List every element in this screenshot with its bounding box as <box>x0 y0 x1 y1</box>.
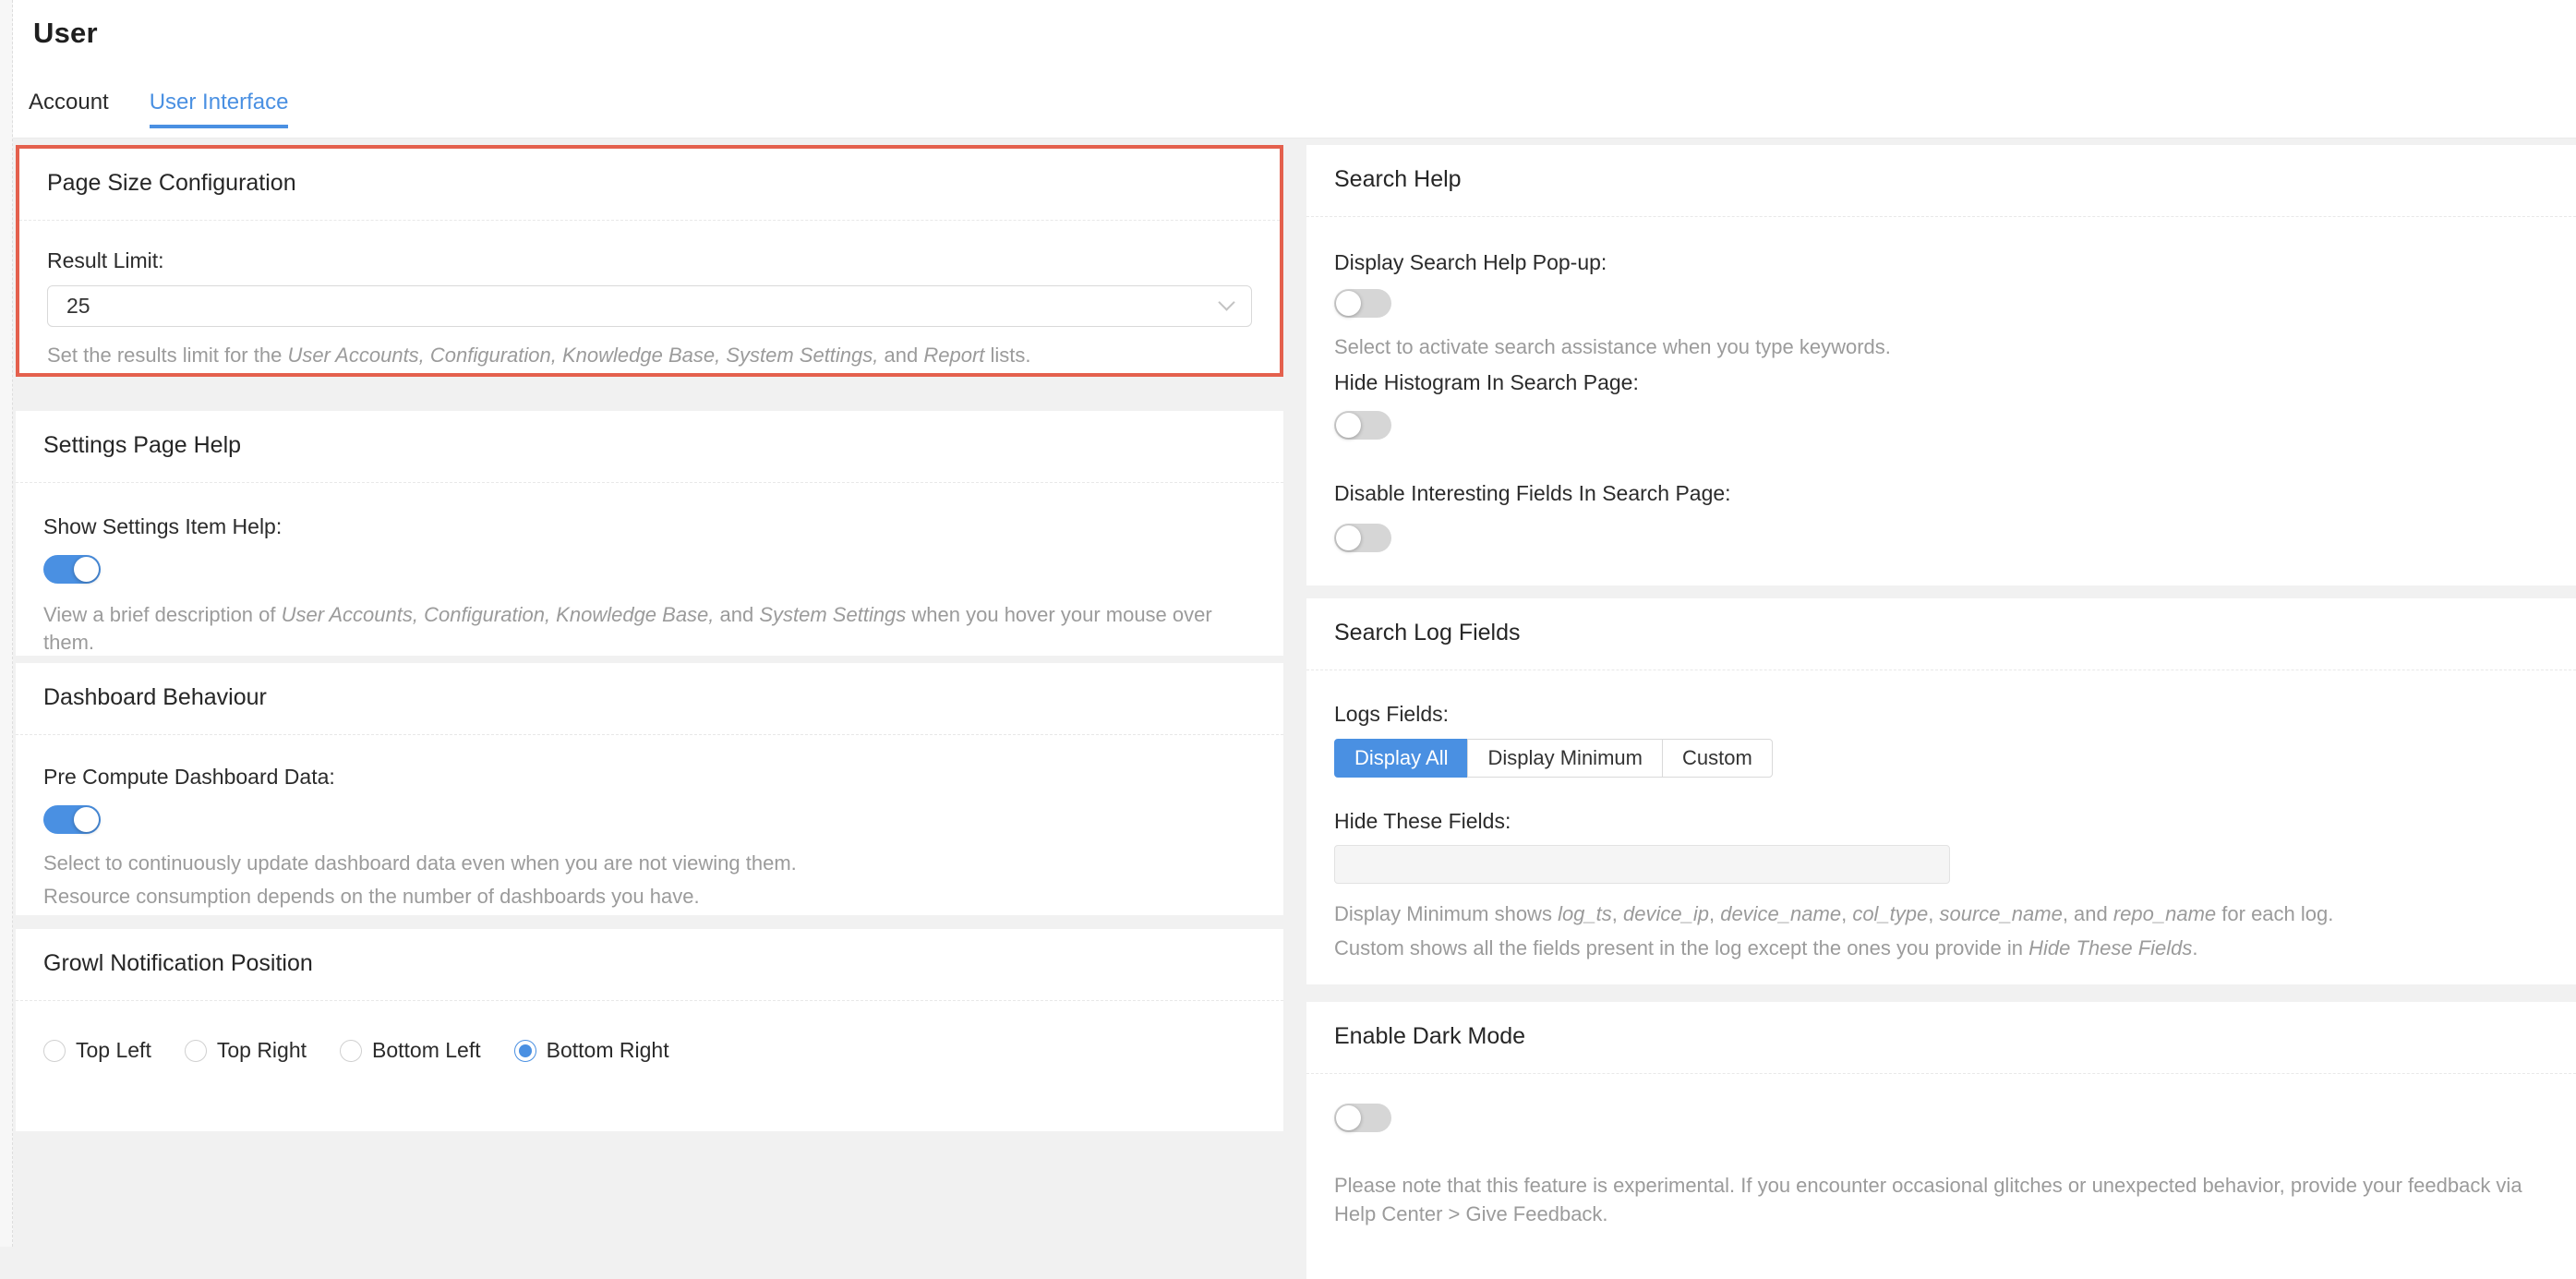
logs-fields-button-display-all[interactable]: Display All <box>1334 739 1468 778</box>
toggle-knob <box>74 807 99 832</box>
help-text: Custom shows all the fields present in t… <box>1334 935 2548 963</box>
logs-fields-label: Logs Fields: <box>1334 702 2548 728</box>
growl-position-radio-group: Top Left Top Right Bottom Left Bottom Ri… <box>43 1038 1256 1064</box>
result-limit-value: 25 <box>66 294 90 319</box>
help-text: Select to activate search assistance whe… <box>1334 333 2548 362</box>
enable-dark-mode-toggle[interactable] <box>1334 1104 1391 1132</box>
radio-bottom-right[interactable]: Bottom Right <box>514 1038 669 1064</box>
help-text: Resource consumption depends on the numb… <box>43 883 1256 911</box>
radio-label: Top Right <box>217 1038 307 1064</box>
help-text: View a brief description of User Account… <box>43 601 1256 658</box>
logs-fields-button-group: Display All Display Minimum Custom <box>1334 739 1773 778</box>
section-title: Search Log Fields <box>1306 598 2576 670</box>
radio-icon <box>185 1040 207 1062</box>
section-search-help: Search Help Display Search Help Pop-up: … <box>1306 145 2576 585</box>
logs-fields-button-custom[interactable]: Custom <box>1662 739 1773 778</box>
section-page-size-configuration: Page Size Configuration Result Limit: 25… <box>16 145 1283 377</box>
chevron-down-icon <box>1218 294 1234 310</box>
logs-fields-button-display-minimum[interactable]: Display Minimum <box>1467 739 1662 778</box>
result-limit-select[interactable]: 25 <box>47 285 1252 327</box>
radio-icon <box>43 1040 66 1062</box>
radio-label: Bottom Left <box>372 1038 481 1064</box>
tab-user-interface[interactable]: User Interface <box>150 90 289 128</box>
page-title: User <box>33 17 98 50</box>
hide-histogram-toggle[interactable] <box>1334 411 1391 440</box>
section-title: Dashboard Behaviour <box>16 663 1283 735</box>
toggle-knob <box>1336 1105 1361 1130</box>
section-growl-notification-position: Growl Notification Position Top Left Top… <box>16 929 1283 1131</box>
section-title: Page Size Configuration <box>19 149 1280 221</box>
radio-label: Top Left <box>76 1038 151 1064</box>
section-settings-page-help: Settings Page Help Show Settings Item He… <box>16 411 1283 656</box>
hide-histogram-label: Hide Histogram In Search Page: <box>1334 370 2548 396</box>
tab-bar: Account User Interface <box>29 90 288 128</box>
hide-these-fields-input[interactable] <box>1334 845 1950 884</box>
left-column: Page Size Configuration Result Limit: 25… <box>16 145 1283 1131</box>
result-limit-label: Result Limit: <box>47 248 1252 274</box>
radio-bottom-left[interactable]: Bottom Left <box>340 1038 481 1064</box>
section-title: Enable Dark Mode <box>1306 1002 2576 1074</box>
radio-icon <box>340 1040 362 1062</box>
radio-top-right[interactable]: Top Right <box>185 1038 307 1064</box>
radio-top-left[interactable]: Top Left <box>43 1038 151 1064</box>
toggle-knob <box>1336 413 1361 438</box>
disable-interesting-fields-toggle[interactable] <box>1334 524 1391 552</box>
pre-compute-dashboard-data-toggle[interactable] <box>43 805 101 834</box>
radio-icon <box>514 1040 536 1062</box>
disable-interesting-fields-label: Disable Interesting Fields In Search Pag… <box>1334 481 2548 507</box>
help-text: Select to continuously update dashboard … <box>43 850 1256 878</box>
help-text: Please note that this feature is experim… <box>1334 1172 2548 1229</box>
section-title: Settings Page Help <box>16 411 1283 483</box>
toggle-knob <box>1336 525 1361 550</box>
help-text: Set the results limit for the User Accou… <box>47 342 1252 370</box>
toggle-knob <box>1336 291 1361 316</box>
section-dashboard-behaviour: Dashboard Behaviour Pre Compute Dashboar… <box>16 663 1283 915</box>
display-search-help-popup-label: Display Search Help Pop-up: <box>1334 250 2548 276</box>
toggle-knob <box>74 557 99 582</box>
help-text: Display Minimum shows log_ts, device_ip,… <box>1334 900 2548 929</box>
show-settings-item-help-toggle[interactable] <box>43 555 101 584</box>
hide-these-fields-label: Hide These Fields: <box>1334 809 2548 835</box>
tab-account[interactable]: Account <box>29 90 109 128</box>
pre-compute-dashboard-data-label: Pre Compute Dashboard Data: <box>43 765 1256 790</box>
section-title: Search Help <box>1306 145 2576 217</box>
radio-label: Bottom Right <box>547 1038 669 1064</box>
page-header: User Account User Interface <box>0 0 2576 139</box>
left-edge-strip <box>0 0 13 1247</box>
display-search-help-popup-toggle[interactable] <box>1334 289 1391 318</box>
section-enable-dark-mode: Enable Dark Mode Please note that this f… <box>1306 1002 2576 1279</box>
section-title: Growl Notification Position <box>16 929 1283 1001</box>
right-column: Search Help Display Search Help Pop-up: … <box>1306 145 2576 1279</box>
section-search-log-fields: Search Log Fields Logs Fields: Display A… <box>1306 598 2576 984</box>
show-settings-item-help-label: Show Settings Item Help: <box>43 514 1256 540</box>
